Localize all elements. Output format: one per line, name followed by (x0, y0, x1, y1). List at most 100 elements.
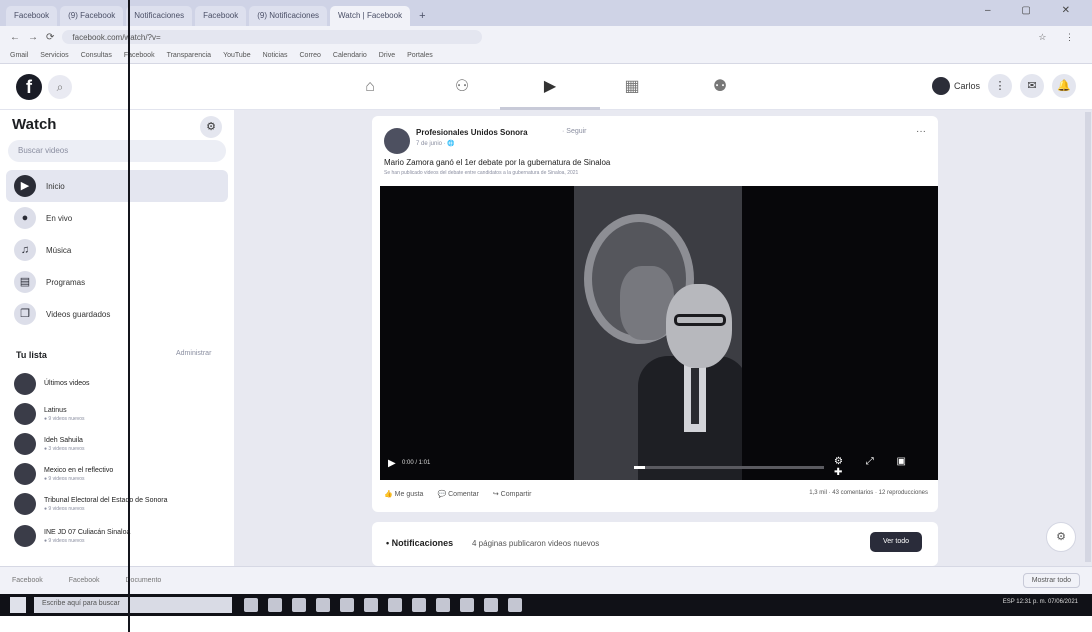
taskbar-app-icon[interactable] (268, 598, 282, 612)
taskbar-app-icon[interactable] (508, 598, 522, 612)
video-control-icons[interactable]: ⚙ ⤢ ▣ ✚ (834, 456, 938, 478)
taskbar-app-icon[interactable] (460, 598, 474, 612)
bookmark-item[interactable]: Calendario (333, 52, 367, 59)
forward-arrow-icon[interactable]: → (28, 32, 38, 43)
sidebar-item-videos-guardados[interactable]: ❐ Videos guardados (6, 298, 228, 330)
home-icon[interactable]: ⌂ (358, 76, 382, 98)
speaker-glasses (674, 314, 726, 326)
bookmark-item[interactable]: Consultas (81, 52, 112, 59)
sidebar-item-label: Videos guardados (46, 309, 111, 319)
taskbar-app-icon[interactable] (292, 598, 306, 612)
back-arrow-icon[interactable]: ← (10, 32, 20, 43)
window-controls[interactable]: – ▢ ✕ (985, 5, 1084, 16)
download-item[interactable]: Facebook (12, 577, 43, 584)
post-author[interactable]: Profesionales Unidos Sonora (416, 128, 528, 137)
avatar (14, 525, 36, 547)
new-tab-button[interactable]: + (413, 10, 431, 26)
taskbar-search-input[interactable]: Escribe aquí para buscar (34, 597, 232, 613)
manage-link[interactable]: Administrar (176, 350, 211, 357)
subscription-meta: ● 3 videos nuevos (44, 445, 85, 452)
video-player[interactable]: ▶ 0:00 / 1:01 ⚙ ⤢ ▣ ✚ (380, 186, 938, 480)
browser-tab[interactable]: Facebook (195, 6, 247, 26)
sidebar-item-musica[interactable]: ♫ Música (6, 234, 228, 266)
avatar (14, 403, 36, 425)
taskbar-app-icon[interactable] (244, 598, 258, 612)
see-all-button[interactable]: Ver todo (870, 532, 922, 552)
sidebar-section-title: Tu lista (16, 350, 47, 360)
list-item[interactable]: Ideh Sahuila ● 3 videos nuevos (14, 430, 228, 458)
scan-margin (0, 616, 1092, 632)
follow-link[interactable]: · Seguir (562, 128, 587, 135)
windows-start-icon[interactable] (10, 597, 26, 613)
friends-icon[interactable]: ⚇ (450, 76, 474, 98)
browser-tab[interactable]: Notificaciones (126, 6, 193, 26)
list-item[interactable]: Latinus ● 9 videos nuevos (14, 400, 228, 428)
bookmark-item[interactable]: Drive (379, 52, 395, 59)
play-icon: ▶ (14, 175, 36, 197)
messenger-icon[interactable]: ✉ (1020, 74, 1044, 98)
taskbar-app-icon[interactable] (412, 598, 426, 612)
avatar[interactable] (384, 128, 410, 154)
subscription-name: INE JD 07 Culiacán Sinaloa (44, 528, 131, 536)
profile-chip[interactable]: Carlos (931, 77, 980, 95)
like-button[interactable]: 👍 Me gusta (384, 490, 423, 498)
speaker-tie (691, 368, 699, 424)
post-stats[interactable]: 1,3 mil · 43 comentarios · 12 reproducci… (809, 490, 928, 496)
list-item[interactable]: Últimos videos (14, 370, 228, 398)
bookmark-item[interactable]: Gmail (10, 52, 28, 59)
download-item[interactable]: Documento (126, 577, 162, 584)
sidebar-item-en-vivo[interactable]: ● En vivo (6, 202, 228, 234)
search-icon[interactable]: ⌕ (48, 75, 72, 99)
play-icon[interactable]: ▶ (388, 458, 396, 469)
menu-icon[interactable]: ⋮ (988, 74, 1012, 98)
subscription-name: Ideh Sahuila (44, 436, 83, 444)
browser-tab[interactable]: Facebook (6, 6, 58, 26)
show-all-downloads-button[interactable]: Mostrar todo (1022, 573, 1080, 588)
nav-right-cluster: Carlos ⋮ ✉ 🔔 (931, 74, 1076, 98)
bookmark-item[interactable]: YouTube (223, 52, 251, 59)
avatar (14, 433, 36, 455)
address-bar-icons[interactable]: ☆ ⋮ (1038, 32, 1082, 43)
taskbar-app-icon[interactable] (436, 598, 450, 612)
browser-tab-active[interactable]: Watch | Facebook (330, 6, 411, 26)
groups-icon[interactable]: ⚉ (708, 76, 732, 98)
browser-tab[interactable]: (9) Notificaciones (249, 6, 328, 26)
url-input[interactable]: facebook.com/watch/?v= (62, 30, 483, 44)
watch-icon[interactable]: ▶ (500, 76, 600, 110)
page-scrollbar[interactable] (1085, 112, 1091, 562)
sidebar-item-inicio[interactable]: ▶ Inicio (6, 170, 228, 202)
sidebar-item-programas[interactable]: ▤ Programas (6, 266, 228, 298)
system-tray[interactable]: ESP 12:31 p. m. 07/06/2021 (1003, 599, 1078, 605)
download-item[interactable]: Facebook (69, 577, 100, 584)
list-item[interactable]: INE JD 07 Culiacán Sinaloa ● 9 videos nue… (14, 522, 228, 550)
list-item[interactable]: Tribunal Electoral del Estado de Sonora ●… (14, 490, 228, 518)
comment-button[interactable]: 💬 Comentar (437, 490, 478, 498)
share-button[interactable]: ↪ Compartir (493, 490, 532, 498)
downloads-bar: Facebook Facebook Documento Mostrar todo (0, 566, 1092, 594)
taskbar-app-icon[interactable] (364, 598, 378, 612)
list-item[interactable]: Mexico en el reflectivo ● 9 videos nuevos (14, 460, 228, 488)
taskbar-app-icon[interactable] (388, 598, 402, 612)
facebook-logo[interactable]: f (16, 74, 42, 100)
gear-icon[interactable]: ⚙ (200, 116, 222, 138)
windows-taskbar: Escribe aquí para buscar ESP 12:31 p. m.… (0, 594, 1092, 616)
more-options-icon[interactable]: ··· (916, 126, 926, 137)
settings-fab-icon[interactable]: ⚙ (1046, 522, 1076, 552)
bookmark-item[interactable]: Portales (407, 52, 433, 59)
video-post-card: Profesionales Unidos Sonora · Seguir 7 d… (372, 116, 938, 512)
browser-tab[interactable]: (9) Facebook (60, 6, 124, 26)
bookmark-item[interactable]: Correo (300, 52, 321, 59)
reload-icon[interactable]: ⟳ (46, 32, 54, 43)
marketplace-icon[interactable]: ▦ (620, 76, 644, 98)
bell-icon[interactable]: 🔔 (1052, 74, 1076, 98)
video-progress-bar[interactable] (634, 466, 824, 469)
watch-search-input[interactable]: Buscar videos (8, 140, 226, 162)
taskbar-app-icon[interactable] (340, 598, 354, 612)
avatar (931, 77, 950, 95)
bookmark-item[interactable]: Servicios (40, 52, 68, 59)
bookmark-item[interactable]: Noticias (263, 52, 288, 59)
taskbar-app-icon[interactable] (484, 598, 498, 612)
taskbar-app-icon[interactable] (316, 598, 330, 612)
bookmark-item[interactable]: Transparencia (167, 52, 212, 59)
sidebar-item-label: En vivo (46, 213, 73, 223)
